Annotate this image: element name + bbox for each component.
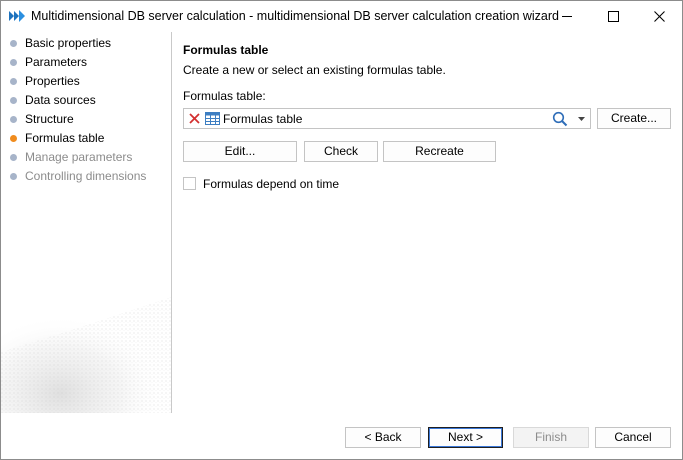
app-wizard-icon (9, 10, 25, 22)
nav-item-label: Data sources (25, 93, 96, 107)
clear-icon[interactable] (188, 112, 201, 125)
nav-item-label: Basic properties (25, 36, 112, 50)
next-button[interactable]: Next > (428, 427, 503, 448)
nav-item-label: Properties (25, 74, 80, 88)
step-dot-icon (10, 173, 17, 180)
formulas-table-field-label: Formulas table: (183, 89, 266, 103)
dropdown-toggle[interactable] (575, 111, 587, 127)
step-dot-icon (10, 97, 17, 104)
nav-item-label: Controlling dimensions (25, 169, 147, 183)
nav-item-parameters[interactable]: Parameters (1, 53, 171, 72)
create-button[interactable]: Create... (597, 108, 671, 129)
minimize-icon (561, 16, 572, 17)
cancel-button[interactable]: Cancel (595, 427, 671, 448)
wizard-steps-panel: Basic properties Parameters Properties D… (1, 32, 171, 413)
formulas-depend-on-time-checkbox[interactable] (183, 177, 196, 190)
finish-button: Finish (513, 427, 589, 448)
edit-button[interactable]: Edit... (183, 141, 297, 162)
check-button[interactable]: Check (304, 141, 378, 162)
page-title: Formulas table (183, 43, 269, 57)
wizard-window: Multidimensional DB server calculation -… (0, 0, 683, 460)
page-description: Create a new or select an existing formu… (183, 63, 446, 77)
chevron-down-icon (577, 117, 585, 121)
maximize-button[interactable] (590, 1, 636, 32)
nav-item-structure[interactable]: Structure (1, 110, 171, 129)
step-dot-icon (10, 116, 17, 123)
close-icon (653, 11, 665, 22)
title-bar: Multidimensional DB server calculation -… (1, 1, 682, 32)
step-dot-icon (10, 40, 17, 47)
nav-item-label: Parameters (25, 55, 88, 69)
formulas-table-value: Formulas table (223, 112, 303, 126)
nav-item-manage-parameters: Manage parameters (1, 148, 171, 167)
window-title: Multidimensional DB server calculation -… (31, 9, 559, 23)
nav-item-data-sources[interactable]: Data sources (1, 91, 171, 110)
step-dot-icon (10, 78, 17, 85)
wizard-footer: < Back Next > Finish Cancel (1, 413, 682, 459)
step-dot-active-icon (10, 135, 17, 142)
nav-item-properties[interactable]: Properties (1, 72, 171, 91)
wizard-steps-list: Basic properties Parameters Properties D… (1, 34, 171, 186)
formulas-table-combobox[interactable]: Formulas table (183, 108, 591, 129)
nav-item-basic-properties[interactable]: Basic properties (1, 34, 171, 53)
formulas-depend-on-time-label[interactable]: Formulas depend on time (203, 177, 339, 191)
minimize-button[interactable] (544, 1, 590, 32)
nav-item-formulas-table[interactable]: Formulas table (1, 129, 171, 148)
maximize-icon (607, 11, 619, 22)
recreate-button[interactable]: Recreate (383, 141, 496, 162)
search-icon[interactable] (552, 111, 568, 127)
step-dot-icon (10, 154, 17, 161)
table-icon (205, 112, 220, 125)
nav-item-label: Manage parameters (25, 150, 133, 164)
back-button[interactable]: < Back (345, 427, 421, 448)
nav-item-controlling-dimensions: Controlling dimensions (1, 167, 171, 186)
nav-item-label: Formulas table (25, 131, 105, 145)
nav-item-label: Structure (25, 112, 74, 126)
close-button[interactable] (636, 1, 682, 32)
step-dot-icon (10, 59, 17, 66)
wizard-page-content: Formulas table Create a new or select an… (172, 32, 682, 413)
